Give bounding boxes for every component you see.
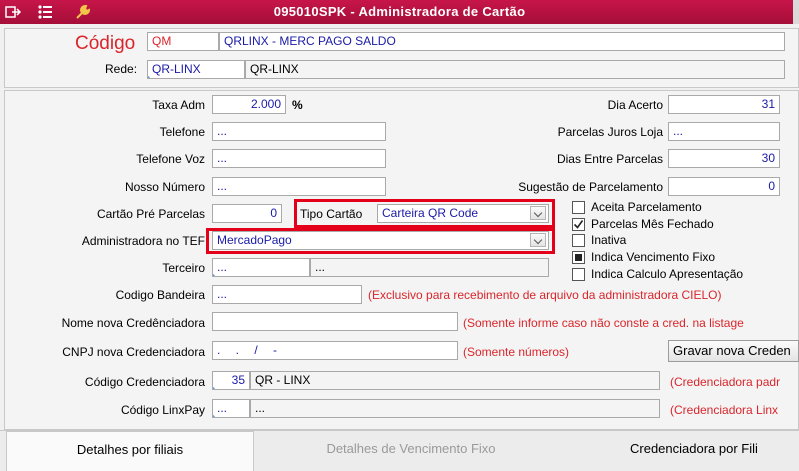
sugestao-label: Sugestão de Parcelamento	[518, 180, 663, 194]
telefone-label: Telefone	[159, 125, 205, 139]
window-title: 095010SPK - Administradora de Cartão	[273, 4, 526, 19]
dia-acerto-label: Dia Acerto	[607, 98, 663, 112]
codigo-linxpay-label: Código LinxPay	[120, 403, 205, 417]
codigo-field[interactable]: QM	[147, 32, 219, 51]
nome-cred-label: Nome nova Credênciadora	[61, 316, 205, 330]
terceiro-field[interactable]: ...	[212, 258, 310, 277]
codigo-label: Código	[75, 33, 136, 54]
tab-detalhes-por-filiais[interactable]: Detalhes por filiais	[6, 431, 254, 471]
telefone-field[interactable]: ...	[212, 122, 386, 141]
window-controls[interactable]	[793, 0, 799, 24]
codigo-linxpay-note: (Credenciadora Linx	[670, 403, 779, 417]
sugestao-field[interactable]: 0	[668, 177, 780, 196]
aceita-parcelamento-checkbox[interactable]	[572, 201, 585, 214]
parcelas-juros-label: Parcelas Juros Loja	[557, 125, 663, 139]
codigo-cred-label: Código Credenciadora	[84, 375, 205, 389]
cartao-pre-label: Cartão Pré Parcelas	[96, 207, 205, 221]
parcelas-mes-fechado-label: Parcelas Mês Fechado	[591, 217, 714, 231]
tab-credenciadora-por-filial[interactable]: Credenciadora por Fili	[630, 431, 799, 471]
terceiro-desc-field: ...	[310, 258, 549, 277]
parcelas-juros-field[interactable]: ...	[668, 122, 780, 141]
codigo-linxpay-desc-field: ...	[250, 399, 660, 418]
tipo-cartao-select[interactable]: Carteira QR Code	[377, 204, 549, 223]
codigo-linxpay-field[interactable]: ...	[212, 399, 250, 418]
telefone-voz-label: Telefone Voz	[136, 152, 205, 166]
nome-cred-field[interactable]	[212, 312, 458, 331]
checkmark-icon	[573, 220, 584, 229]
rede-field[interactable]: QR-LINX	[147, 60, 245, 79]
rede-label: Rede:	[105, 62, 138, 76]
taxa-adm-field[interactable]: 2.000	[212, 95, 286, 114]
indica-calculo-apresentacao-label: Indica Calculo Apresentação	[591, 267, 744, 281]
tipo-cartao-label: Tipo Cartão	[300, 207, 363, 221]
administradora-tef-label: Administradora no TEF	[81, 234, 205, 248]
dias-entre-label: Dias Entre Parcelas	[556, 152, 663, 166]
header-panel: Código QM QRLINX - MERC PAGO SALDO Rede:…	[4, 28, 799, 88]
codigo-cred-note: (Credenciadora padr	[670, 375, 781, 389]
administradora-tef-value: MercadoPago	[217, 233, 292, 247]
tipo-cartao-value: Carteira QR Code	[382, 206, 479, 220]
aceita-parcelamento-label: Aceita Parcelamento	[591, 200, 702, 214]
administradora-tef-select[interactable]: MercadoPago	[212, 231, 549, 250]
cartao-pre-field[interactable]: 0	[212, 204, 282, 223]
codigo-cred-field[interactable]: 35	[212, 371, 250, 390]
chevron-down-icon[interactable]	[530, 233, 546, 247]
taxa-adm-label: Taxa Adm	[152, 98, 205, 112]
codigo-bandeira-note: (Exclusivo para recebimento de arquivo d…	[368, 288, 722, 302]
cnpj-cred-note: (Somente números)	[463, 345, 570, 359]
nosso-numero-field[interactable]: ...	[212, 177, 386, 196]
codigo-bandeira-label: Codigo Bandeira	[115, 288, 205, 302]
title-bar: 095010SPK - Administradora de Cartão	[0, 0, 799, 24]
codigo-bandeira-field[interactable]: ...	[212, 285, 362, 304]
tab-bar: Detalhes por filiais Detalhes de Vencime…	[0, 430, 799, 471]
indica-vencimento-fixo-checkbox[interactable]	[572, 251, 585, 264]
dia-acerto-field[interactable]: 31	[668, 95, 780, 114]
cnpj-cred-label: CNPJ nova Credenciadora	[62, 345, 205, 359]
inativa-checkbox[interactable]	[572, 234, 585, 247]
nome-cred-note: (Somente informe caso não conste a cred.…	[463, 316, 744, 330]
terceiro-label: Terceiro	[162, 261, 205, 275]
parcelas-mes-fechado-checkbox[interactable]	[572, 218, 585, 231]
indica-calculo-apresentacao-checkbox[interactable]	[572, 268, 585, 281]
inativa-label: Inativa	[591, 233, 627, 247]
taxa-adm-unit: %	[292, 98, 303, 112]
codigo-cred-desc-field: QR - LINX	[250, 371, 660, 390]
dias-entre-field[interactable]: 30	[668, 149, 780, 168]
tab-detalhes-vencimento-fixo[interactable]: Detalhes de Vencimento Fixo	[256, 431, 566, 471]
telefone-voz-field[interactable]: ...	[212, 149, 386, 168]
nosso-numero-label: Nosso Número	[124, 180, 205, 194]
chevron-down-icon[interactable]	[530, 206, 546, 220]
filled-square-icon	[575, 254, 582, 261]
rede-desc-field: QR-LINX	[245, 60, 785, 79]
codigo-desc-field[interactable]: QRLINX - MERC PAGO SALDO	[219, 32, 785, 51]
gravar-nova-credenciadora-button[interactable]: Gravar nova Creden	[668, 340, 799, 362]
indica-vencimento-fixo-label: Indica Vencimento Fixo	[591, 250, 716, 264]
cnpj-cred-field[interactable]: . . / -	[212, 341, 458, 360]
